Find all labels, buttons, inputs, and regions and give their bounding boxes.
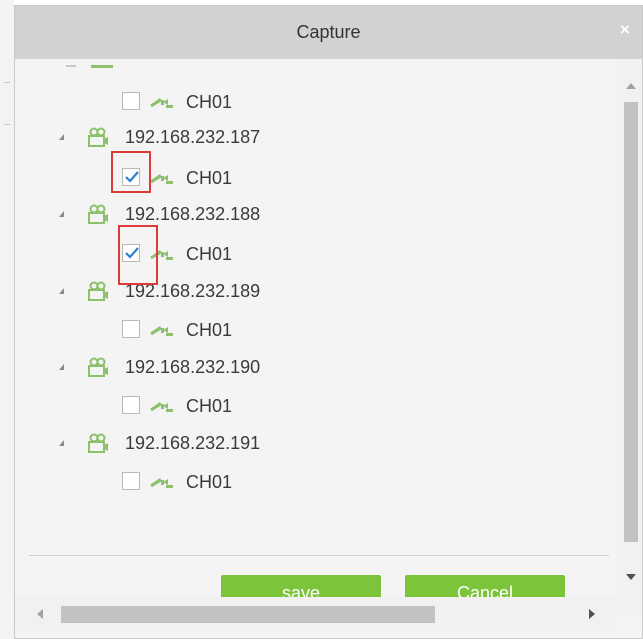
video-device-icon [88, 204, 108, 224]
device-ip-label: 192.168.232.190 [125, 357, 261, 377]
scroll-right-icon[interactable] [589, 609, 595, 619]
channel-checkbox[interactable] [122, 472, 140, 490]
dialog-title-bar[interactable]: Capture × [15, 6, 642, 59]
channel-label: CH01 [186, 168, 233, 188]
video-device-icon [88, 433, 108, 453]
dialog-content: CH01 192.168.232.187 CH01 192.168.232.18… [15, 59, 642, 638]
cancel-button[interactable]: Cancel [405, 575, 565, 599]
horizontal-scrollbar[interactable] [15, 597, 617, 631]
channel-checkbox[interactable] [122, 92, 140, 110]
background-tick [4, 82, 10, 83]
capture-dialog: Capture × CH01 192.168.232.187 CH01 192.… [14, 5, 643, 639]
background-tick [4, 124, 10, 125]
tree-device-row[interactable]: 192.168.232.189 [15, 277, 605, 307]
scroll-down-icon[interactable] [626, 574, 636, 580]
tree-expander-icon[interactable] [59, 134, 64, 140]
camera-icon [150, 478, 173, 488]
tree-device-row[interactable]: 192.168.232.191 [15, 429, 605, 459]
tree-connector [66, 65, 76, 67]
tree-expander-icon[interactable] [59, 440, 64, 446]
device-ip-label: 192.168.232.191 [125, 433, 261, 453]
channel-label: CH01 [186, 320, 233, 340]
video-device-icon [88, 281, 108, 301]
camera-icon [150, 174, 173, 184]
vertical-scrollbar[interactable] [617, 59, 642, 615]
tree-channel-row[interactable]: CH01 [15, 391, 605, 423]
vertical-scroll-thumb[interactable] [624, 102, 638, 542]
video-device-icon [88, 127, 108, 147]
channel-label: CH01 [186, 92, 233, 112]
tree-channel-row[interactable]: CH01 [15, 239, 605, 271]
save-button[interactable]: save [221, 575, 381, 599]
channel-checkbox[interactable] [122, 320, 140, 338]
tree-channel-row[interactable]: CH01 [15, 163, 605, 195]
scroll-up-icon[interactable] [626, 83, 636, 89]
camera-icon [150, 402, 173, 412]
page: Capture × CH01 192.168.232.187 CH01 192.… [0, 0, 643, 639]
horizontal-scroll-thumb[interactable] [61, 606, 435, 623]
tree-device-row[interactable]: 192.168.232.187 [15, 123, 605, 153]
tree-channel-row[interactable]: CH01 [15, 467, 605, 499]
tree-expander-icon[interactable] [59, 211, 64, 217]
camera-icon [150, 98, 173, 108]
footer-divider [29, 555, 609, 556]
tree-device-row[interactable]: 192.168.232.190 [15, 353, 605, 383]
device-ip-label: 192.168.232.187 [125, 127, 261, 147]
video-device-icon [88, 357, 108, 377]
channel-checkbox[interactable] [122, 396, 140, 414]
tree-expander-icon[interactable] [59, 364, 64, 370]
highlight-box [111, 151, 151, 193]
tree-expander-icon[interactable] [59, 288, 64, 294]
highlight-box [118, 225, 158, 285]
dialog-title: Capture [296, 22, 361, 42]
channel-label: CH01 [186, 244, 233, 264]
close-icon[interactable]: × [616, 21, 634, 39]
channel-label: CH01 [186, 396, 233, 416]
scroll-left-icon[interactable] [37, 609, 43, 619]
tree-channel-row[interactable]: CH01 [15, 87, 605, 119]
tree-device-row[interactable]: 192.168.232.188 [15, 200, 605, 230]
camera-icon [150, 326, 173, 336]
tree-channel-row[interactable]: CH01 [15, 315, 605, 347]
background-window-strip [0, 0, 14, 639]
device-icon-partial [91, 65, 113, 68]
device-ip-label: 192.168.232.188 [125, 204, 261, 224]
channel-label: CH01 [186, 472, 233, 492]
